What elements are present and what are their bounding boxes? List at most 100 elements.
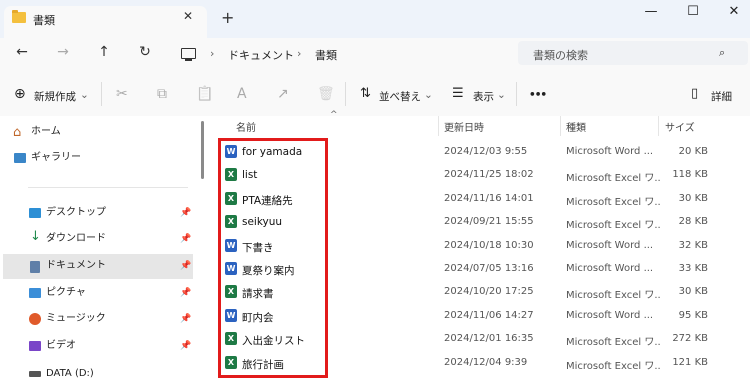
column-header-name[interactable]: 名前	[236, 119, 256, 134]
file-size: 272 KB	[672, 333, 708, 345]
minimize-button[interactable]: —	[639, 4, 663, 19]
file-type: Microsoft Excel ワ...	[566, 360, 660, 372]
chevron-down-icon: ⌄	[424, 89, 433, 101]
file-size: 30 KB	[678, 286, 708, 298]
details-pane-icon: ▯	[691, 86, 699, 101]
file-type: Microsoft Word ...	[566, 146, 654, 157]
share-icon[interactable]: ↗	[277, 86, 289, 102]
new-button[interactable]: 新規作成	[34, 89, 76, 104]
file-type: Microsoft Excel ワ...	[566, 196, 660, 208]
column-divider[interactable]	[658, 116, 659, 136]
toolbar-divider	[345, 82, 346, 106]
command-bar	[0, 73, 750, 117]
chevron-down-icon: ⌄	[497, 89, 506, 101]
toolbar-divider	[101, 82, 102, 106]
pin-icon[interactable]: 📌	[180, 341, 191, 351]
file-size: 118 KB	[672, 169, 708, 181]
highlight-box	[218, 138, 328, 378]
column-header-date[interactable]: 更新日時	[444, 119, 484, 134]
sort-button[interactable]: 並べ替え	[379, 89, 421, 104]
sort-indicator-icon: ^	[330, 110, 338, 120]
file-type: Microsoft Excel ワ...	[566, 337, 660, 349]
pin-icon[interactable]: 📌	[180, 208, 191, 218]
file-date: 2024/10/18 10:30	[444, 239, 534, 251]
sidebar-item-home[interactable]: ホーム	[31, 124, 61, 140]
sort-icon: ⇅	[360, 86, 371, 101]
file-date: 2024/07/05 13:16	[444, 263, 534, 274]
computer-icon	[181, 48, 196, 61]
file-date: 2024/11/06 14:27	[444, 309, 534, 321]
file-date: 2024/09/21 15:55	[444, 216, 534, 228]
file-date: 2024/12/01 16:35	[444, 333, 534, 345]
sidebar-item-pictures[interactable]: ピクチャ	[46, 285, 86, 301]
sidebar-scrollbar[interactable]	[201, 121, 204, 179]
file-type: Microsoft Word ...	[566, 263, 654, 274]
file-date: 2024/12/04 9:39	[444, 356, 528, 368]
tab-close-icon[interactable]: ✕	[183, 9, 193, 23]
toolbar-divider	[516, 82, 517, 106]
drive-icon	[29, 371, 41, 377]
pin-icon[interactable]: 📌	[180, 261, 191, 271]
breadcrumb-documents[interactable]: ドキュメント	[228, 47, 294, 63]
music-icon	[29, 313, 41, 325]
view-icon: ☰	[452, 86, 464, 101]
documents-icon	[30, 261, 40, 273]
sidebar-item-data-drive[interactable]: DATA (D:)	[46, 366, 94, 382]
details-button[interactable]: 詳細	[711, 89, 732, 104]
file-date: 2024/11/25 18:02	[444, 169, 534, 181]
file-size: 30 KB	[678, 192, 708, 204]
file-type: Microsoft Word ...	[566, 309, 654, 321]
column-header-size[interactable]: サイズ	[665, 119, 695, 134]
file-date: 2024/12/03 9:55	[444, 146, 528, 157]
maximize-button[interactable]: ☐	[681, 4, 705, 19]
file-size: 32 KB	[678, 239, 708, 251]
sidebar-item-music[interactable]: ミュージック	[46, 311, 106, 327]
new-icon: ⊕	[14, 86, 26, 102]
address-bar[interactable]	[168, 42, 508, 66]
chevron-down-icon: ⌄	[80, 89, 89, 101]
sidebar-divider	[28, 187, 188, 188]
column-divider[interactable]	[438, 116, 439, 136]
file-date: 2024/11/16 14:01	[444, 192, 534, 204]
pin-icon[interactable]: 📌	[180, 314, 191, 324]
delete-icon[interactable]: 🗑	[317, 86, 335, 102]
forward-button[interactable]: →	[52, 44, 74, 60]
breadcrumb-separator: ›	[297, 47, 302, 60]
file-type: Microsoft Excel ワ...	[566, 290, 660, 302]
refresh-button[interactable]: ↻	[134, 44, 156, 60]
search-icon[interactable]: ⌕	[719, 46, 725, 60]
sidebar-item-desktop[interactable]: デスクトップ	[46, 205, 106, 221]
rename-icon[interactable]: A	[237, 86, 247, 102]
videos-icon	[29, 341, 41, 351]
file-type: Microsoft Word ...	[566, 239, 654, 251]
cut-icon[interactable]: ✂	[116, 86, 128, 102]
new-tab-button[interactable]: +	[221, 8, 234, 27]
sidebar-item-gallery[interactable]: ギャラリー	[31, 150, 81, 166]
breadcrumb-current[interactable]: 書類	[315, 47, 337, 63]
window-close-button[interactable]: ✕	[722, 4, 746, 19]
folder-icon	[12, 10, 26, 23]
file-size: 33 KB	[678, 263, 708, 274]
file-size: 121 KB	[672, 356, 708, 368]
column-header-type[interactable]: 種類	[566, 119, 586, 134]
gallery-icon	[14, 153, 26, 163]
column-divider[interactable]	[560, 116, 561, 136]
copy-icon[interactable]: ⧉	[157, 86, 167, 102]
sidebar-item-downloads[interactable]: ダウンロード	[46, 231, 106, 247]
pictures-icon	[29, 288, 41, 298]
more-options-button[interactable]: •••	[529, 89, 547, 101]
search-placeholder: 書類の検索	[533, 49, 588, 62]
pin-icon[interactable]: 📌	[180, 234, 191, 244]
up-button[interactable]: ↑	[93, 44, 115, 60]
back-button[interactable]: ←	[11, 44, 33, 60]
file-size: 95 KB	[678, 309, 708, 321]
file-date: 2024/10/20 17:25	[444, 286, 534, 298]
file-type: Microsoft Excel ワ...	[566, 173, 660, 185]
file-type: Microsoft Excel ワ...	[566, 220, 660, 232]
pin-icon[interactable]: 📌	[180, 288, 191, 298]
view-button[interactable]: 表示	[473, 89, 494, 104]
file-size: 20 KB	[678, 146, 708, 157]
paste-icon[interactable]: 📋	[196, 86, 213, 102]
sidebar-item-documents[interactable]: ドキュメント	[46, 258, 106, 274]
sidebar-item-videos[interactable]: ビデオ	[46, 338, 76, 354]
